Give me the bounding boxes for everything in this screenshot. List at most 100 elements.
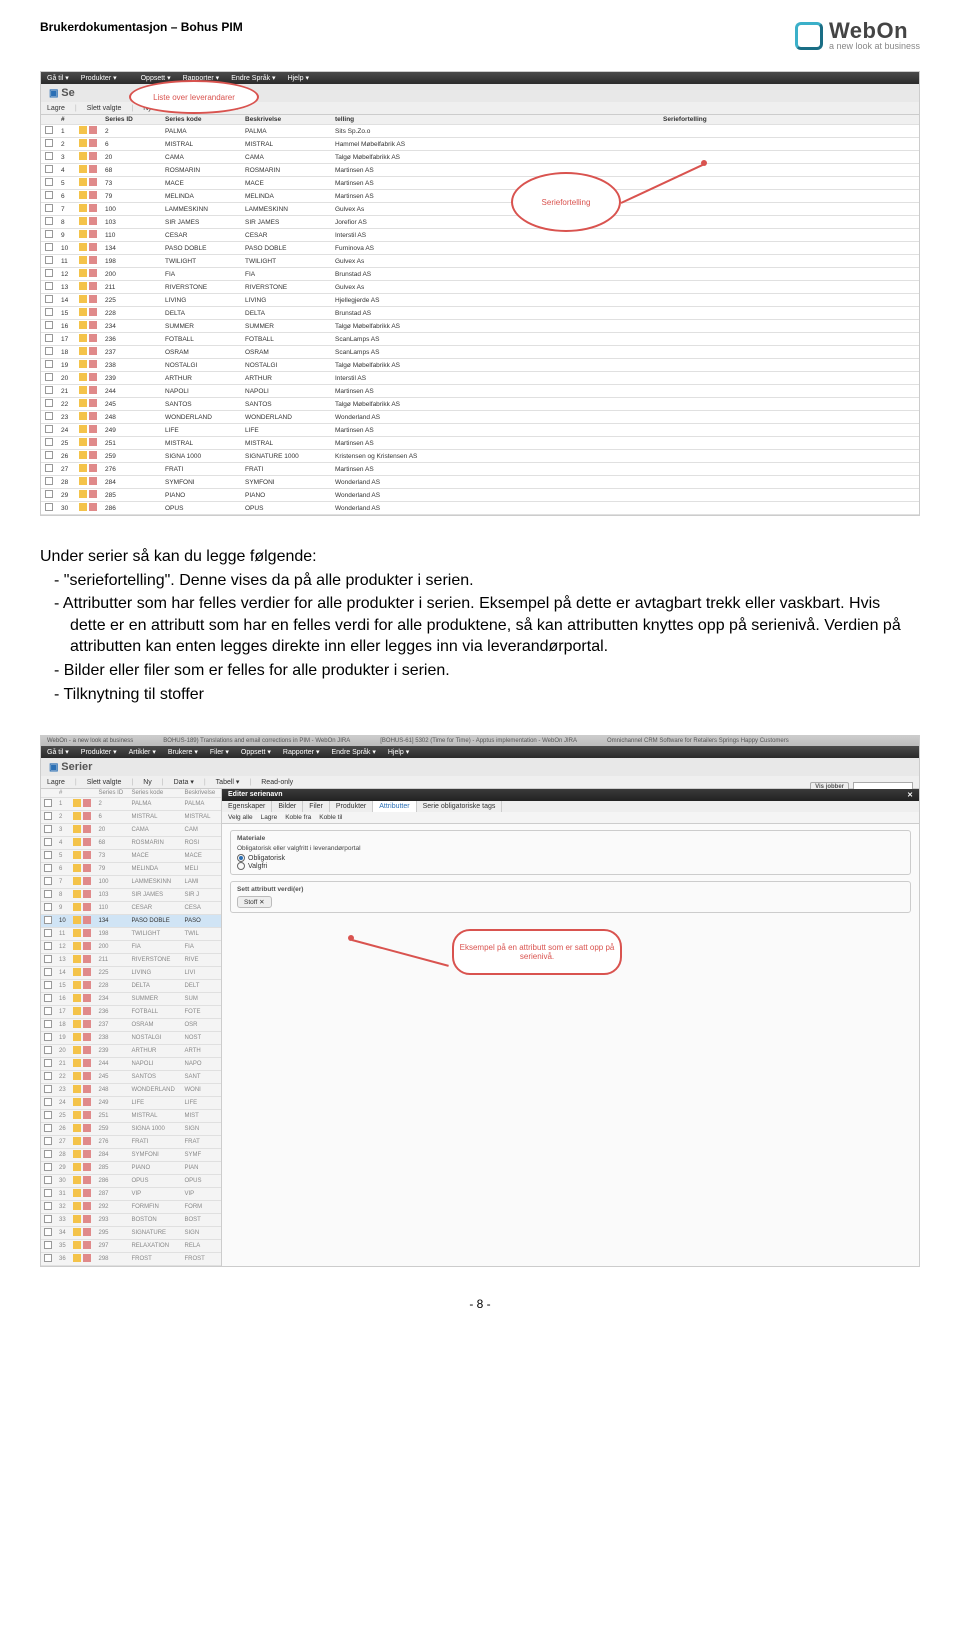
- edit-icon[interactable]: [79, 438, 87, 446]
- table-row[interactable]: 29285PIANOPIAN: [41, 1162, 221, 1175]
- edit-icon[interactable]: [79, 139, 87, 147]
- table-row[interactable]: 12PALMAPALMASits Sp.Zo.o: [41, 125, 919, 138]
- delete-icon[interactable]: [83, 903, 91, 911]
- editor-tab[interactable]: Egenskaper: [222, 801, 272, 812]
- table-row[interactable]: 20239ARTHURARTH: [41, 1045, 221, 1058]
- delete-icon[interactable]: [89, 165, 97, 173]
- table-row[interactable]: 29285PIANOPIANOWonderland AS: [41, 489, 919, 502]
- table-row[interactable]: 33293BOSTONBOST: [41, 1214, 221, 1227]
- row-checkbox[interactable]: [44, 1163, 52, 1171]
- row-checkbox[interactable]: [45, 243, 53, 251]
- editor-toolbar-button[interactable]: Koble til: [319, 814, 342, 821]
- table-row[interactable]: 21244NAPOLINAPOLIMartinsen AS: [41, 385, 919, 398]
- delete-icon[interactable]: [83, 1020, 91, 1028]
- table-row[interactable]: 573MACEMACE: [41, 850, 221, 863]
- table-row[interactable]: 21244NAPOLINAPO: [41, 1058, 221, 1071]
- delete-icon[interactable]: [89, 204, 97, 212]
- table-row[interactable]: 13211RIVERSTONERIVERSTONEGulvex As: [41, 281, 919, 294]
- delete-icon[interactable]: [89, 399, 97, 407]
- menu-item[interactable]: Gå til ▾: [47, 748, 69, 756]
- table-row[interactable]: 18237OSRAMOSRAMScanLamps AS: [41, 346, 919, 359]
- table-row[interactable]: 8103SIR JAMESSIR J: [41, 889, 221, 902]
- table-row[interactable]: 468ROSMARINROSMARINMartinsen AS: [41, 164, 919, 177]
- edit-icon[interactable]: [79, 399, 87, 407]
- menu-item[interactable]: Hjelp ▾: [388, 748, 409, 756]
- delete-icon[interactable]: [89, 269, 97, 277]
- row-checkbox[interactable]: [44, 1046, 52, 1054]
- row-checkbox[interactable]: [45, 451, 53, 459]
- edit-icon[interactable]: [79, 503, 87, 511]
- edit-icon[interactable]: [73, 838, 81, 846]
- menu-item[interactable]: Filer ▾: [210, 748, 229, 756]
- edit-icon[interactable]: [73, 890, 81, 898]
- table-row[interactable]: 10134PASO DOBLEPASO DOBLEFurninova AS: [41, 242, 919, 255]
- table-row[interactable]: 31287VIPVIP: [41, 1188, 221, 1201]
- edit-icon[interactable]: [79, 373, 87, 381]
- edit-icon[interactable]: [79, 386, 87, 394]
- edit-icon[interactable]: [79, 412, 87, 420]
- delete-icon[interactable]: [83, 942, 91, 950]
- row-checkbox[interactable]: [44, 942, 52, 950]
- table-row[interactable]: 679MELINDAMELI: [41, 863, 221, 876]
- row-checkbox[interactable]: [45, 308, 53, 316]
- toolbar-button[interactable]: Lagre: [47, 105, 65, 112]
- edit-icon[interactable]: [79, 217, 87, 225]
- delete-icon[interactable]: [83, 851, 91, 859]
- delete-icon[interactable]: [83, 1072, 91, 1080]
- table-row[interactable]: 28284SYMFONISYMFONIWonderland AS: [41, 476, 919, 489]
- edit-icon[interactable]: [73, 1046, 81, 1054]
- delete-icon[interactable]: [83, 1111, 91, 1119]
- menu-item[interactable]: Rapporter ▾: [283, 748, 320, 756]
- edit-icon[interactable]: [79, 334, 87, 342]
- edit-icon[interactable]: [73, 812, 81, 820]
- table-row[interactable]: 26259SIGNA 1000SIGNATURE 1000Kristensen …: [41, 450, 919, 463]
- row-checkbox[interactable]: [45, 477, 53, 485]
- menu-item[interactable]: Produkter ▾: [81, 74, 117, 82]
- delete-icon[interactable]: [89, 321, 97, 329]
- row-checkbox[interactable]: [44, 1189, 52, 1197]
- edit-icon[interactable]: [73, 1202, 81, 1210]
- toolbar-button[interactable]: Ny: [143, 779, 152, 786]
- table-row[interactable]: 11198TWILIGHTTWIL: [41, 928, 221, 941]
- row-checkbox[interactable]: [45, 191, 53, 199]
- menu-item[interactable]: Oppsett ▾: [241, 748, 271, 756]
- row-checkbox[interactable]: [44, 968, 52, 976]
- toolbar-button[interactable]: Tabell ▾: [216, 778, 240, 786]
- row-checkbox[interactable]: [44, 877, 52, 885]
- table-row[interactable]: 25251MISTRALMISTRALMartinsen AS: [41, 437, 919, 450]
- row-checkbox[interactable]: [44, 929, 52, 937]
- browser-tab[interactable]: Omnichannel CRM Software for Retailers S…: [607, 738, 789, 744]
- table-row[interactable]: 26259SIGNA 1000SIGN: [41, 1123, 221, 1136]
- delete-icon[interactable]: [83, 1098, 91, 1106]
- table-row[interactable]: 25251MISTRALMIST: [41, 1110, 221, 1123]
- table-row[interactable]: 15228DELTADELTABrunstad AS: [41, 307, 919, 320]
- row-checkbox[interactable]: [44, 1202, 52, 1210]
- row-checkbox[interactable]: [45, 295, 53, 303]
- edit-icon[interactable]: [73, 1098, 81, 1106]
- delete-icon[interactable]: [89, 360, 97, 368]
- delete-icon[interactable]: [89, 334, 97, 342]
- delete-icon[interactable]: [89, 139, 97, 147]
- edit-icon[interactable]: [73, 968, 81, 976]
- delete-icon[interactable]: [89, 230, 97, 238]
- row-checkbox[interactable]: [45, 386, 53, 394]
- browser-tab[interactable]: BOHUS-189) Translations and email correc…: [163, 738, 350, 744]
- table-row[interactable]: 22245SANTOSSANT: [41, 1071, 221, 1084]
- row-checkbox[interactable]: [45, 204, 53, 212]
- delete-icon[interactable]: [89, 295, 97, 303]
- row-checkbox[interactable]: [44, 1137, 52, 1145]
- row-checkbox[interactable]: [44, 1228, 52, 1236]
- edit-icon[interactable]: [79, 152, 87, 160]
- row-checkbox[interactable]: [44, 955, 52, 963]
- edit-icon[interactable]: [73, 799, 81, 807]
- delete-icon[interactable]: [89, 451, 97, 459]
- row-checkbox[interactable]: [45, 269, 53, 277]
- edit-icon[interactable]: [73, 1215, 81, 1223]
- delete-icon[interactable]: [83, 968, 91, 976]
- edit-icon[interactable]: [73, 1124, 81, 1132]
- row-checkbox[interactable]: [44, 981, 52, 989]
- row-checkbox[interactable]: [45, 282, 53, 290]
- table-row[interactable]: 30286OPUSOPUS: [41, 1175, 221, 1188]
- row-checkbox[interactable]: [44, 994, 52, 1002]
- table-row[interactable]: 35297RELAXATIONRELA: [41, 1240, 221, 1253]
